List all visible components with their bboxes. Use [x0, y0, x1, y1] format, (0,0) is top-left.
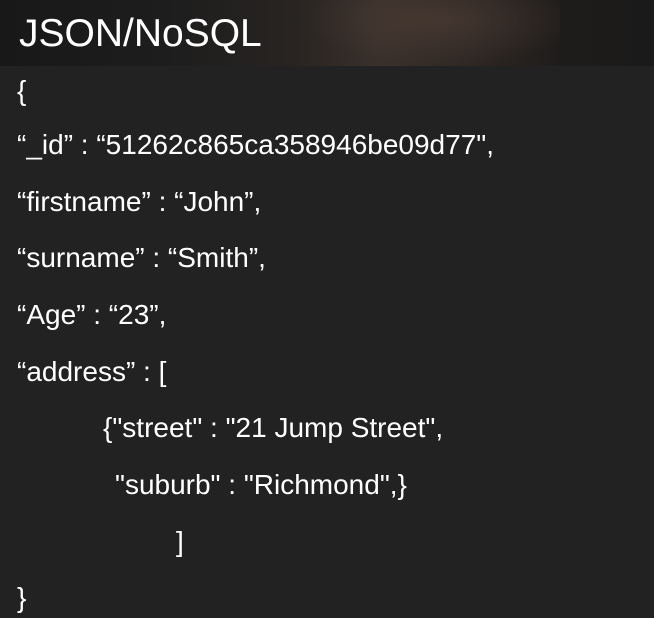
slide-header: JSON/NoSQL: [0, 0, 654, 66]
json-array-close: ]: [176, 526, 184, 557]
json-close-brace: }: [17, 582, 27, 613]
json-address-line: “address” : [: [17, 356, 167, 387]
json-surname-line: “surname” : “Smith”,: [17, 242, 266, 273]
json-firstname-line: “firstname” : “John”,: [17, 186, 262, 217]
json-open-brace: {: [17, 75, 27, 106]
json-age-line: “Age” : “23”,: [17, 299, 167, 330]
slide-title: JSON/NoSQL: [19, 12, 262, 55]
header-background-photo: [300, 0, 560, 66]
json-street-line: {"street" : "21 Jump Street",: [103, 412, 444, 443]
json-suburb-line: "suburb" : "Richmond",}: [115, 469, 407, 500]
json-id-line: “_id” : “51262c865ca358946be09d77",: [17, 129, 494, 160]
